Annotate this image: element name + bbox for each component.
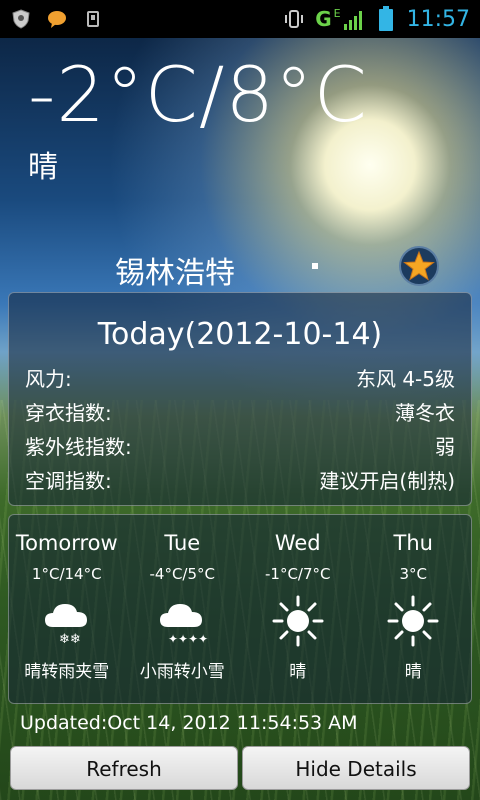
updated-timestamp: Updated:Oct 14, 2012 11:54:53 AM xyxy=(20,712,358,734)
forecast-day-cond: 晴 xyxy=(404,662,422,682)
forecast-day: Thu 3°C 晴 xyxy=(356,515,472,703)
forecast-day-temp: 1°C/14°C xyxy=(31,565,102,583)
network-type: G xyxy=(315,7,332,31)
forecast-day: Wed -1°C/7°C 晴 xyxy=(240,515,356,703)
sun-icon xyxy=(272,595,324,647)
usb-icon xyxy=(82,8,104,30)
favorite-star-icon[interactable] xyxy=(398,245,440,287)
forecast-day-temp: -1°C/7°C xyxy=(264,565,331,583)
status-time: 11:57 xyxy=(406,6,470,32)
forecast-day-cond: 小雨转小雪 xyxy=(139,662,225,682)
signal-icon: G E xyxy=(315,7,364,31)
rain-snow-cloud-icon: ✦✦✦✦ xyxy=(160,604,208,646)
status-bar: G E 11:57 xyxy=(0,0,480,38)
forecast-panel: Tomorrow 1°C/14°C ❄❄ 晴转雨夹雪 Tue -4°C/5°C … xyxy=(8,514,472,704)
today-title: Today(2012-10-14) xyxy=(97,317,383,352)
detail-label: 穿衣指数: xyxy=(25,401,112,425)
detail-row-ac: 空调指数: 建议开启(制热) xyxy=(9,464,471,498)
forecast-day-cond: 晴 xyxy=(289,662,307,682)
forecast-day-name: Wed xyxy=(274,531,321,555)
detail-row-uv: 紫外线指数: 弱 xyxy=(9,430,471,464)
detail-value: 弱 xyxy=(435,435,455,459)
forecast-day-name: Thu xyxy=(393,531,433,555)
detail-value: 薄冬衣 xyxy=(395,401,455,425)
detail-label: 空调指数: xyxy=(25,469,112,493)
battery-icon xyxy=(375,6,397,31)
vibrate-icon xyxy=(283,8,305,30)
detail-label: 风力: xyxy=(25,367,72,391)
forecast-day: Tue -4°C/5°C ✦✦✦✦ 小雨转小雪 xyxy=(125,515,241,703)
current-temperature: -2°C/8°C xyxy=(28,50,368,139)
forecast-day-temp: 3°C xyxy=(399,565,428,583)
detail-value: 建议开启(制热) xyxy=(319,469,455,493)
sun-icon xyxy=(387,595,439,647)
current-condition: 晴 xyxy=(28,150,58,185)
today-details-panel: Today(2012-10-14) 风力: 东风 4-5级 穿衣指数: 薄冬衣 … xyxy=(8,292,472,506)
chat-icon xyxy=(46,8,68,30)
forecast-day-temp: -4°C/5°C xyxy=(149,565,215,583)
network-sub: E xyxy=(333,7,341,20)
hide-details-button[interactable]: Hide Details xyxy=(242,746,470,790)
forecast-day-name: Tomorrow xyxy=(15,531,118,555)
detail-label: 紫外线指数: xyxy=(25,435,132,459)
svg-text:❄❄: ❄❄ xyxy=(59,632,81,647)
svg-text:✦✦✦✦: ✦✦✦✦ xyxy=(168,632,208,646)
shield-icon xyxy=(10,8,32,30)
forecast-day: Tomorrow 1°C/14°C ❄❄ 晴转雨夹雪 xyxy=(9,515,125,703)
forecast-day-name: Tue xyxy=(164,531,201,555)
snow-cloud-icon: ❄❄ xyxy=(44,604,87,647)
detail-row-clothing: 穿衣指数: 薄冬衣 xyxy=(9,396,471,430)
detail-row-wind: 风力: 东风 4-5级 xyxy=(9,362,471,396)
refresh-button[interactable]: Refresh xyxy=(10,746,238,790)
city-name[interactable]: 锡林浩特 xyxy=(0,248,350,292)
detail-value: 东风 4-5级 xyxy=(355,367,455,391)
forecast-day-cond: 晴转雨夹雪 xyxy=(24,662,110,682)
page-indicator-dot xyxy=(312,263,318,269)
